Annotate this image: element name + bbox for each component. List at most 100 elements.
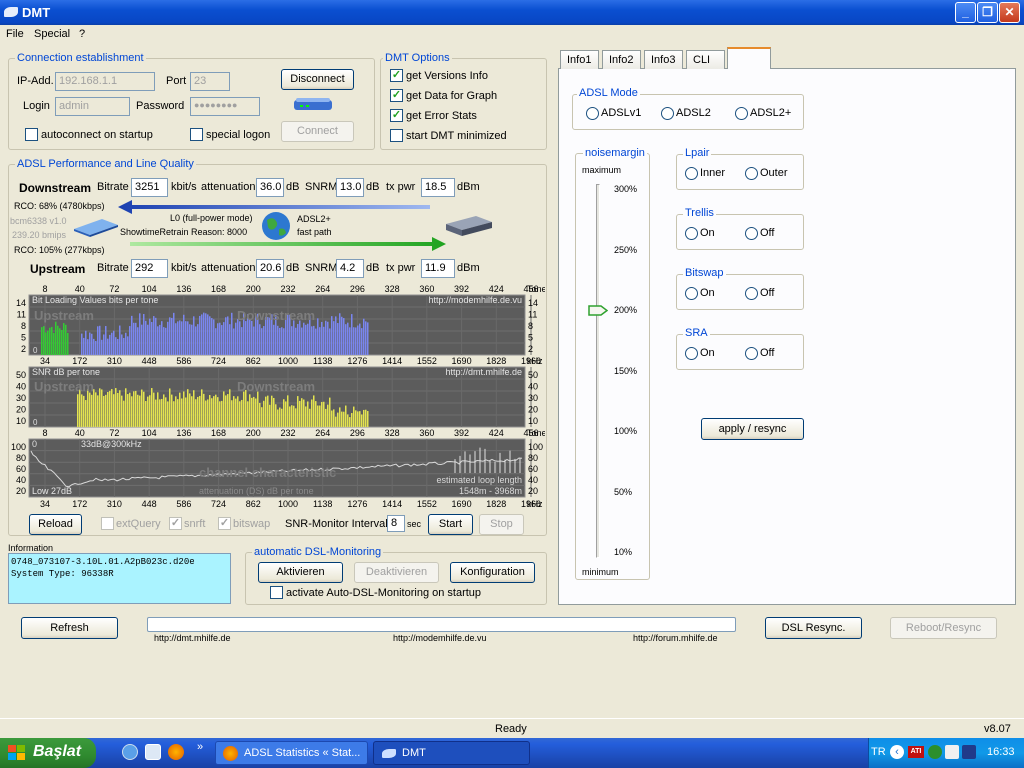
bits-downstream-bar bbox=[143, 314, 145, 355]
auto-startup-checkbox[interactable] bbox=[270, 586, 283, 599]
start-button[interactable]: Başlat bbox=[0, 738, 96, 768]
reload-button[interactable]: Reload bbox=[29, 514, 82, 535]
snrft-checkbox[interactable]: ✓ bbox=[169, 517, 182, 530]
tone-axis-2-tick: 168 bbox=[211, 428, 226, 438]
network-icon[interactable] bbox=[928, 745, 942, 759]
opt-errors-checkbox[interactable]: ✓ bbox=[390, 109, 403, 122]
noisemargin-slider-thumb[interactable] bbox=[588, 305, 609, 316]
adsl2plus-label: ADSL2+ bbox=[750, 107, 792, 119]
sra-off-radio[interactable] bbox=[745, 347, 758, 360]
bits-downstream-bar bbox=[277, 325, 279, 355]
bits-downstream-bar bbox=[327, 321, 329, 355]
maximize-button[interactable]: ❐ bbox=[977, 2, 998, 23]
tone-axis-top-tick: 328 bbox=[385, 284, 400, 294]
bitswap-off-radio[interactable] bbox=[745, 287, 758, 300]
speaker-icon[interactable] bbox=[962, 745, 976, 759]
quicklaunch-more-icon[interactable]: » bbox=[197, 741, 203, 753]
special-logon-checkbox[interactable] bbox=[190, 128, 203, 141]
menu-special[interactable]: Special bbox=[34, 28, 70, 40]
tab-info2[interactable]: Info2 bbox=[602, 50, 641, 69]
snr-chart-ytick-left: 20 bbox=[16, 405, 26, 415]
autoconnect-checkbox[interactable] bbox=[25, 128, 38, 141]
bits-downstream-bar bbox=[151, 321, 153, 355]
dsl-resync-button[interactable]: DSL Resync. bbox=[765, 617, 862, 639]
chan-chart-ytick-left: 60 bbox=[16, 464, 26, 474]
reboot-resync-button[interactable]: Reboot/Resync bbox=[890, 617, 997, 639]
show-desktop-icon[interactable] bbox=[145, 744, 161, 760]
trellis-on-radio[interactable] bbox=[685, 227, 698, 240]
deaktivieren-button[interactable]: Deaktivieren bbox=[354, 562, 439, 583]
tone-axis-2-tick: 264 bbox=[315, 428, 330, 438]
minimize-button[interactable]: _ bbox=[955, 2, 976, 23]
tab-info3[interactable]: Info3 bbox=[644, 50, 683, 69]
konfiguration-button[interactable]: Konfiguration bbox=[450, 562, 535, 583]
bmips-label: 239.20 bmips bbox=[12, 230, 67, 240]
opt-versions-checkbox[interactable]: ✓ bbox=[390, 69, 403, 82]
bitswap-on-radio[interactable] bbox=[685, 287, 698, 300]
sra-on-radio[interactable] bbox=[685, 347, 698, 360]
bits-downstream-bar bbox=[359, 323, 361, 355]
link-modemhilfe[interactable]: http://modemhilfe.de.vu bbox=[393, 633, 487, 643]
adsl2-radio[interactable] bbox=[661, 107, 674, 120]
link-forum[interactable]: http://forum.mhilfe.de bbox=[633, 633, 718, 643]
connect-button[interactable]: Connect bbox=[281, 121, 354, 142]
khz-axis-2-tick: 310 bbox=[107, 499, 122, 509]
taskbar-item-browser[interactable]: ADSL Statistics « Stat... bbox=[215, 741, 368, 765]
tab-info1[interactable]: Info1 bbox=[560, 50, 599, 69]
language-indicator[interactable]: TR bbox=[871, 746, 886, 758]
bits-upstream-bar bbox=[59, 328, 61, 355]
interval-input[interactable]: 8 bbox=[387, 515, 405, 532]
extquery-checkbox[interactable] bbox=[101, 517, 114, 530]
refresh-button[interactable]: Refresh bbox=[21, 617, 118, 639]
tray-expand-icon[interactable]: ‹ bbox=[890, 745, 904, 759]
tone-axis-2-tick: 296 bbox=[350, 428, 365, 438]
opt-versions-label: get Versions Info bbox=[406, 70, 488, 82]
bits-upstream-bar bbox=[41, 327, 43, 355]
adsl-mode-title: ADSL Mode bbox=[577, 87, 640, 99]
opt-graph-checkbox[interactable]: ✓ bbox=[390, 89, 403, 102]
khz-axis-2-tick: 1690 bbox=[452, 499, 472, 509]
ie-icon[interactable] bbox=[122, 744, 138, 760]
link-dmt[interactable]: http://dmt.mhilfe.de bbox=[154, 633, 231, 643]
login-input[interactable]: admin bbox=[55, 97, 130, 116]
tab-settings[interactable] bbox=[727, 47, 771, 69]
aktivieren-button[interactable]: Aktivieren bbox=[258, 562, 343, 583]
chan-est-label: estimated loop length bbox=[436, 475, 522, 485]
menu-file[interactable]: File bbox=[6, 28, 24, 40]
bits-upstream-bar bbox=[45, 332, 47, 355]
apply-resync-button[interactable]: apply / resync bbox=[701, 418, 804, 440]
noisemargin-tick-label: 50% bbox=[614, 486, 633, 497]
snr-bar bbox=[353, 406, 355, 427]
bits-downstream-bar bbox=[115, 337, 117, 355]
bits-downstream-bar bbox=[237, 318, 239, 355]
close-button[interactable]: ✕ bbox=[999, 2, 1020, 23]
disconnect-button[interactable]: Disconnect bbox=[281, 69, 354, 90]
trellis-off-radio[interactable] bbox=[745, 227, 758, 240]
snr-bar bbox=[233, 396, 235, 427]
snr-bar bbox=[351, 413, 353, 427]
password-input[interactable]: ●●●●●●●● bbox=[190, 97, 260, 116]
snr-bar bbox=[173, 401, 175, 427]
snr-bar bbox=[81, 394, 83, 427]
khz-axis-2-tick: 1138 bbox=[313, 499, 332, 509]
bitswap-checkbox[interactable]: ✓ bbox=[218, 517, 231, 530]
tab-cli[interactable]: CLI bbox=[686, 50, 725, 69]
lpair-inner-radio[interactable] bbox=[685, 167, 698, 180]
adsl2plus-radio[interactable] bbox=[735, 107, 748, 120]
opt-minimized-label: start DMT minimized bbox=[406, 130, 507, 142]
lpair-outer-radio[interactable] bbox=[745, 167, 758, 180]
opt-minimized-checkbox[interactable] bbox=[390, 129, 403, 142]
status-bar: Ready v8.07 bbox=[0, 718, 1024, 738]
ip-input[interactable]: 192.168.1.1 bbox=[55, 72, 155, 91]
stop-button[interactable]: Stop bbox=[479, 514, 524, 535]
firefox-icon[interactable] bbox=[168, 744, 184, 760]
taskbar-item-dmt[interactable]: DMT bbox=[373, 741, 530, 765]
start-button[interactable]: Start bbox=[428, 514, 473, 535]
port-input[interactable]: 23 bbox=[190, 72, 230, 91]
bits-watermark-upstream: Upstream bbox=[34, 308, 94, 323]
security-icon[interactable] bbox=[945, 745, 959, 759]
adslv1-radio[interactable] bbox=[586, 107, 599, 120]
adsl-label: ADSL2+ bbox=[297, 214, 331, 224]
ati-icon[interactable]: ATI bbox=[908, 746, 924, 758]
menu-help[interactable]: ? bbox=[79, 28, 85, 40]
